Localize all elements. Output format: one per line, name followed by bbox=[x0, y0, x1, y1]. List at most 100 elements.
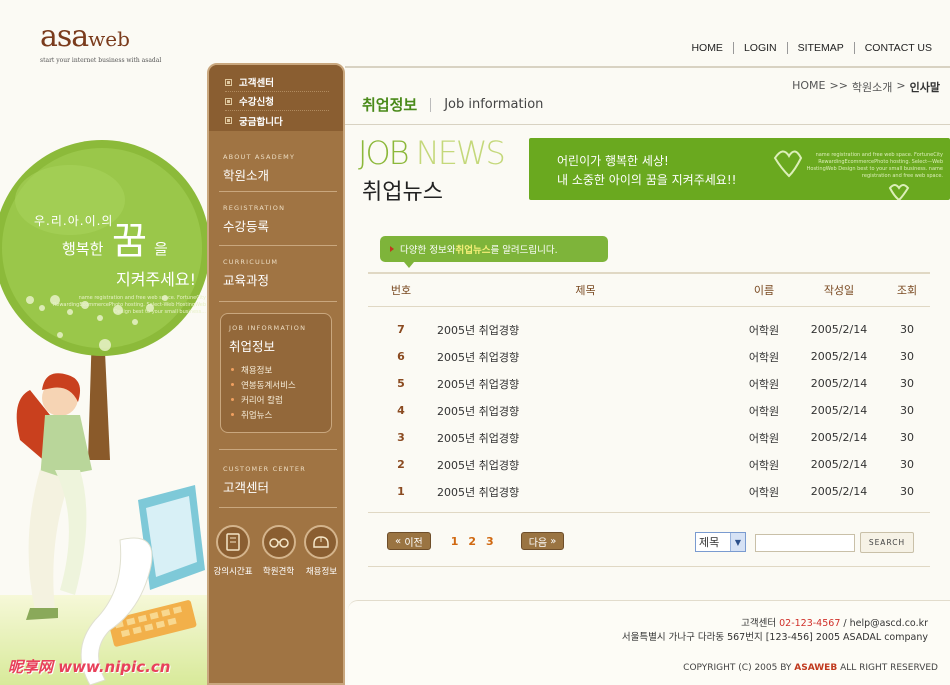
page-link-1[interactable]: 1 bbox=[451, 535, 459, 548]
site-logo[interactable]: asaweb start your internet business with… bbox=[40, 19, 210, 65]
job-news-heading-ko: 취업뉴스 bbox=[362, 180, 443, 205]
top-nav: HOME LOGIN SITEMAP CONTACT US bbox=[681, 42, 942, 54]
prev-page-button[interactable]: « 이전 bbox=[387, 532, 431, 550]
quick-timetable[interactable]: 강의시간표 bbox=[213, 525, 253, 577]
row-title-link[interactable]: 2005년 취업경향 bbox=[434, 397, 734, 424]
footer-email[interactable]: / help@ascd.co.kr bbox=[840, 618, 928, 629]
page-link-2[interactable]: 2 bbox=[468, 535, 476, 548]
nav-contact[interactable]: CONTACT US bbox=[855, 42, 942, 54]
sidebar-divider bbox=[219, 191, 337, 192]
submenu-job-news[interactable]: 취업뉴스 bbox=[229, 407, 331, 422]
quick-recruit[interactable]: 채용정보 bbox=[304, 525, 339, 577]
slogan-big: 꿈 bbox=[112, 219, 147, 263]
notebook-icon bbox=[216, 525, 251, 559]
mouse-icon bbox=[304, 525, 339, 559]
heart-doodle-icon bbox=[888, 184, 910, 200]
row-title-link[interactable]: 2005년 취업경향 bbox=[434, 343, 734, 370]
footer-contact: 고객센터 02-123-4567 / help@ascd.co.kr bbox=[741, 618, 928, 629]
binoculars-icon bbox=[261, 525, 296, 559]
sidebar-divider bbox=[219, 245, 337, 246]
page-title-ko: 취업정보 bbox=[362, 96, 418, 114]
square-bullet-icon bbox=[225, 117, 232, 124]
title-underline bbox=[345, 124, 950, 125]
sidebar-item-curriculum[interactable]: CURRICULUM 교육과정 bbox=[223, 258, 335, 289]
news-table: 번호 제목 이름 작성일 조회 7 2005년 취업경향 어학원 2005/2/… bbox=[368, 272, 930, 513]
table-row[interactable]: 3 2005년 취업경향 어학원 2005/2/14 30 bbox=[368, 424, 930, 451]
row-title-link[interactable]: 2005년 취업경향 bbox=[434, 370, 734, 397]
submenu-recruit[interactable]: 채용정보 bbox=[229, 362, 331, 377]
col-number: 번호 bbox=[368, 272, 434, 307]
chevron-down-icon: ▼ bbox=[730, 533, 745, 551]
row-title-link[interactable]: 2005년 취업경향 bbox=[434, 478, 734, 513]
watermark: 昵享网 www.nipic.cn bbox=[8, 658, 171, 676]
sidebar-item-customer-center[interactable]: CUSTOMER CENTER 고객센터 bbox=[223, 465, 335, 496]
sidebar-active-title[interactable]: 취업정보 bbox=[229, 336, 331, 355]
sidebar-quick-links: 고객센터 수강신청 궁금합니다 bbox=[209, 65, 343, 131]
dot-bullet-icon bbox=[231, 413, 234, 416]
breadcrumb-separator: >> bbox=[829, 79, 848, 92]
slogan-line2a: 행복한 bbox=[62, 240, 104, 258]
table-row[interactable]: 4 2005년 취업경향 어학원 2005/2/14 30 bbox=[368, 397, 930, 424]
table-header-row: 번호 제목 이름 작성일 조회 bbox=[368, 272, 930, 307]
heart-doodle-icon bbox=[773, 150, 803, 178]
banner-line1: 어린이가 행복한 세상! bbox=[557, 154, 669, 168]
sidebar-divider bbox=[219, 301, 337, 302]
table-row[interactable]: 7 2005년 취업경향 어학원 2005/2/14 30 bbox=[368, 306, 930, 343]
double-right-arrow-icon: » bbox=[550, 535, 557, 547]
sidebar-item-registration[interactable]: REGISTRATION 수강등록 bbox=[223, 204, 335, 235]
table-row[interactable]: 2 2005년 취업경향 어학원 2005/2/14 30 bbox=[368, 451, 930, 478]
table-row[interactable]: 5 2005년 취업경향 어학원 2005/2/14 30 bbox=[368, 370, 930, 397]
col-views: 조회 bbox=[884, 272, 930, 307]
sidebar-link-faq[interactable]: 궁금합니다 bbox=[225, 111, 329, 130]
sidebar-menu: 고객센터 수강신청 궁금합니다 ABOUT ASADEMY 학원소개 REGIS… bbox=[207, 63, 345, 685]
title-divider bbox=[430, 97, 432, 112]
promo-banner: 어린이가 행복한 세상! 내 소중한 아이의 꿈을 지켜주세요!! name r… bbox=[529, 138, 950, 200]
hero-illustration: 우.리.아.이.의 행복한 꿈 을 지켜주세요! name registrati… bbox=[0, 140, 210, 685]
sidebar-item-about[interactable]: ABOUT ASADEMY 학원소개 bbox=[223, 153, 335, 184]
slogan-small-text: name registration and free web space. Fo… bbox=[53, 295, 206, 315]
double-left-arrow-icon: « bbox=[395, 535, 402, 547]
nav-home[interactable]: HOME bbox=[681, 42, 733, 54]
table-row[interactable]: 6 2005년 취업경향 어학원 2005/2/14 30 bbox=[368, 343, 930, 370]
quick-tour[interactable]: 학원견학 bbox=[261, 525, 296, 577]
col-name: 이름 bbox=[734, 272, 794, 307]
page-numbers: 1 2 3 bbox=[451, 535, 494, 548]
dot-bullet-icon bbox=[231, 368, 234, 371]
submenu-salary[interactable]: 연봉동계서비스 bbox=[229, 377, 331, 392]
breadcrumb-section[interactable]: 학원소개 bbox=[852, 79, 892, 95]
dot-bullet-icon bbox=[231, 398, 234, 401]
row-title-link[interactable]: 2005년 취업경향 bbox=[434, 306, 734, 343]
job-news-heading: JOB NEWS bbox=[358, 134, 506, 172]
header-divider bbox=[345, 66, 950, 68]
sidebar-link-customer-center[interactable]: 고객센터 bbox=[225, 73, 329, 92]
next-page-button[interactable]: 다음 » bbox=[520, 532, 565, 550]
sidebar-link-enroll[interactable]: 수강신청 bbox=[225, 92, 329, 111]
footer-address: 서울특별시 가나구 다라동 567번지 [123-456] 2005 ASADA… bbox=[621, 632, 928, 643]
breadcrumb-separator: > bbox=[896, 79, 906, 92]
logo-tagline: start your internet business with asadal bbox=[40, 57, 162, 64]
submenu-career-column[interactable]: 커리어 칼럼 bbox=[229, 392, 331, 407]
search-input[interactable] bbox=[755, 534, 855, 552]
breadcrumb-current: 인사말 bbox=[909, 81, 940, 94]
search-field-select[interactable]: 제목 ▼ bbox=[695, 532, 746, 552]
footer-copyright: COPYRIGHT (C) 2005 BY ASAWEB ALL RIGHT R… bbox=[683, 663, 938, 673]
col-title: 제목 bbox=[434, 272, 734, 307]
logo-wordmark: asaweb bbox=[40, 19, 130, 54]
table-row[interactable]: 1 2005년 취업경향 어학원 2005/2/14 30 bbox=[368, 478, 930, 513]
pagination: « 이전 1 2 3 다음 » bbox=[387, 532, 565, 550]
page-title-en: Job information bbox=[444, 97, 544, 112]
banner-line2: 내 소중한 아이의 꿈을 지켜주세요!! bbox=[557, 173, 737, 187]
sidebar-submenu: 채용정보 연봉동계서비스 커리어 칼럼 취업뉴스 bbox=[229, 362, 331, 422]
pager-underline bbox=[368, 566, 930, 567]
search-button[interactable]: SEARCH bbox=[860, 532, 914, 553]
square-bullet-icon bbox=[225, 78, 232, 86]
dot-bullet-icon bbox=[231, 383, 234, 386]
row-title-link[interactable]: 2005년 취업경향 bbox=[434, 424, 734, 451]
page-link-3[interactable]: 3 bbox=[486, 535, 494, 548]
nav-sitemap[interactable]: SITEMAP bbox=[788, 42, 854, 54]
breadcrumb: HOME >> 학원소개 > 인사말 bbox=[792, 79, 940, 95]
breadcrumb-home[interactable]: HOME bbox=[792, 79, 825, 95]
nav-login[interactable]: LOGIN bbox=[734, 42, 787, 54]
row-title-link[interactable]: 2005년 취업경향 bbox=[434, 451, 734, 478]
col-date: 작성일 bbox=[794, 272, 884, 307]
